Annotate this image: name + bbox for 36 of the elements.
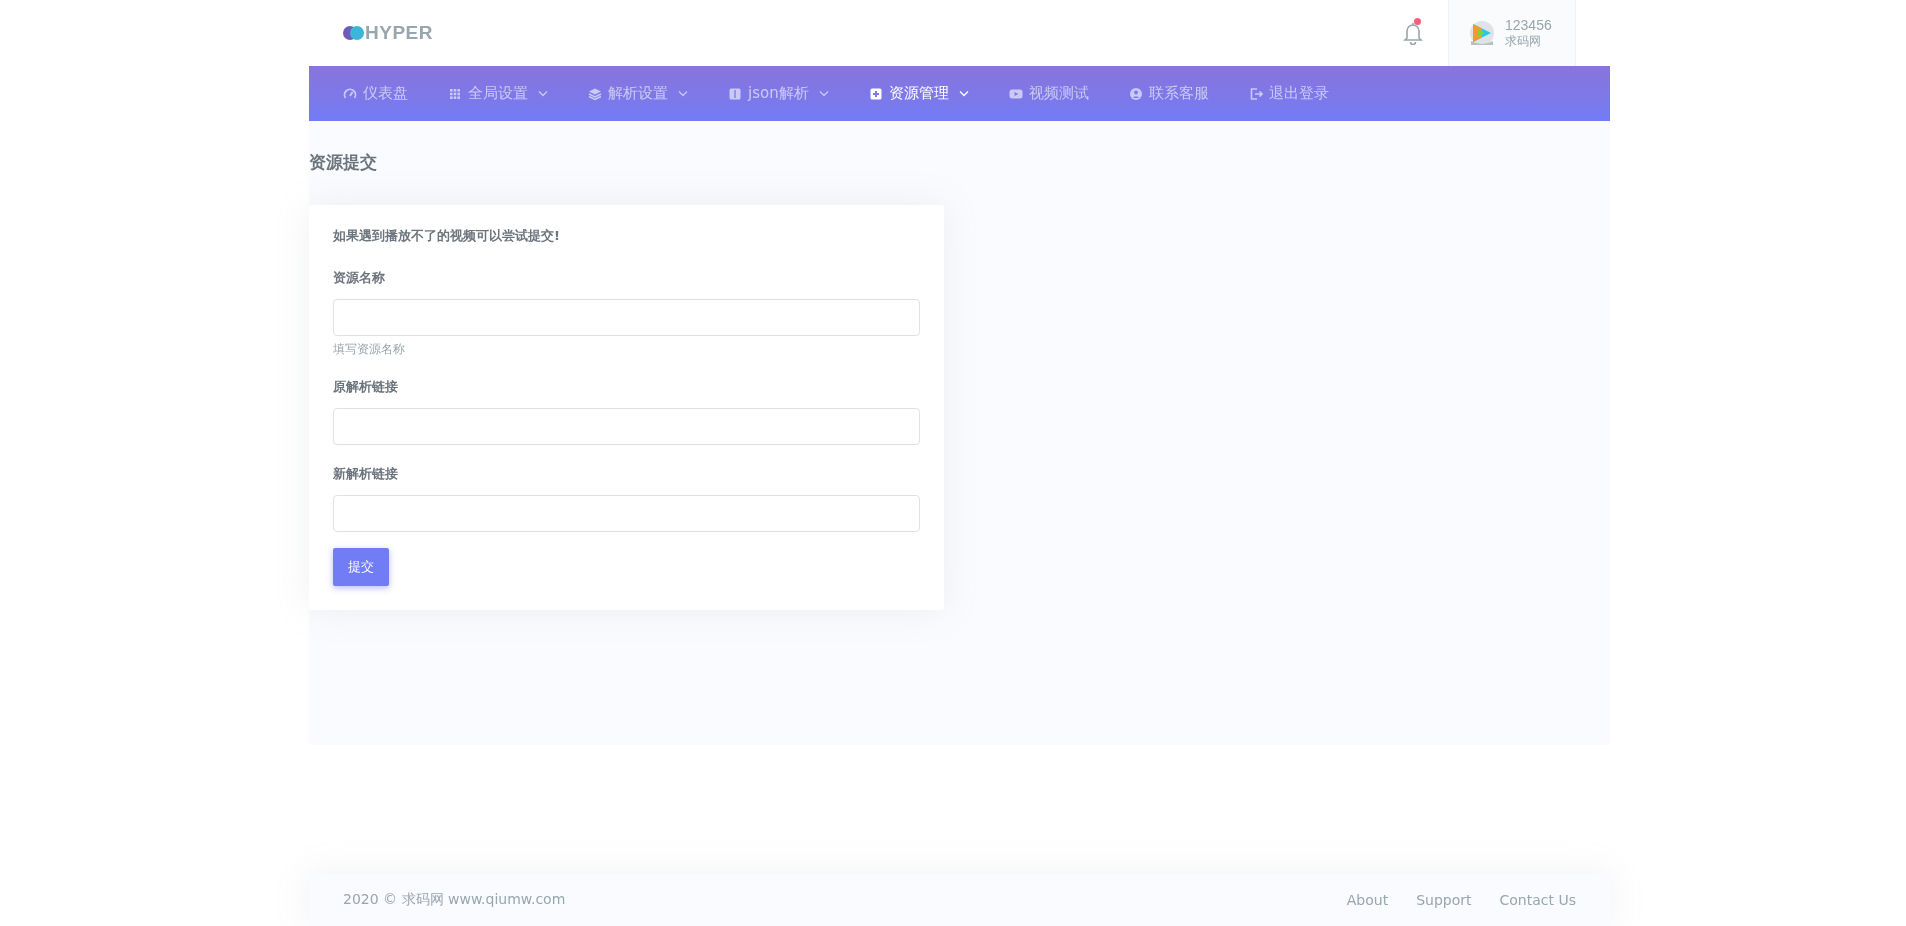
nav-menu-item[interactable]: 资源管理	[868, 84, 969, 103]
nav-menu-item[interactable]: 解析设置	[588, 84, 688, 103]
user-avatar-icon	[1469, 20, 1495, 46]
plus-square-icon	[868, 86, 883, 101]
user-subtitle: 求码网	[1505, 34, 1542, 49]
nav-menu-item[interactable]: 仪表盘	[343, 84, 408, 103]
nav-menu-item[interactable]: 退出登录	[1248, 84, 1329, 103]
field-label: 原解析链接	[333, 378, 399, 396]
footer-link[interactable]: About	[1346, 892, 1389, 908]
footer-link[interactable]: Support	[1416, 892, 1472, 908]
intro-text: 如果遇到播放不了的视频可以尝试提交!	[333, 227, 561, 245]
nav-menu-item[interactable]: json解析	[728, 84, 829, 103]
logo-text: HYPER	[365, 22, 433, 44]
input-field[interactable]	[333, 495, 920, 532]
nav-menu-item[interactable]: 联系客服	[1128, 84, 1209, 103]
nav-menu-item[interactable]: 全局设置	[448, 84, 548, 103]
logout-icon	[1248, 86, 1263, 101]
user-circle-icon	[1128, 86, 1143, 101]
input-field[interactable]	[333, 299, 920, 336]
submit-button[interactable]: 提交	[333, 548, 389, 586]
input-field[interactable]	[333, 408, 920, 445]
field-label: 资源名称	[333, 269, 386, 287]
field-label: 新解析链接	[333, 465, 399, 483]
layers-icon	[588, 86, 602, 101]
bell-icon	[1402, 21, 1424, 45]
footer-link[interactable]: Contact Us	[1499, 892, 1576, 908]
user-name: 123456	[1505, 17, 1552, 34]
page-title: 资源提交	[309, 151, 378, 174]
help-text: 填写资源名称	[333, 341, 406, 358]
book-icon	[728, 86, 742, 101]
copyright-text: 2020 © 求码网 www.qiumw.com	[343, 891, 566, 909]
nav-menu-item[interactable]: 视频测试	[1008, 84, 1089, 103]
gauge-icon	[343, 86, 357, 101]
grid-icon	[448, 86, 462, 101]
logo-icon	[343, 26, 364, 40]
user-menu[interactable]: 123456 求码网	[1448, 0, 1576, 66]
